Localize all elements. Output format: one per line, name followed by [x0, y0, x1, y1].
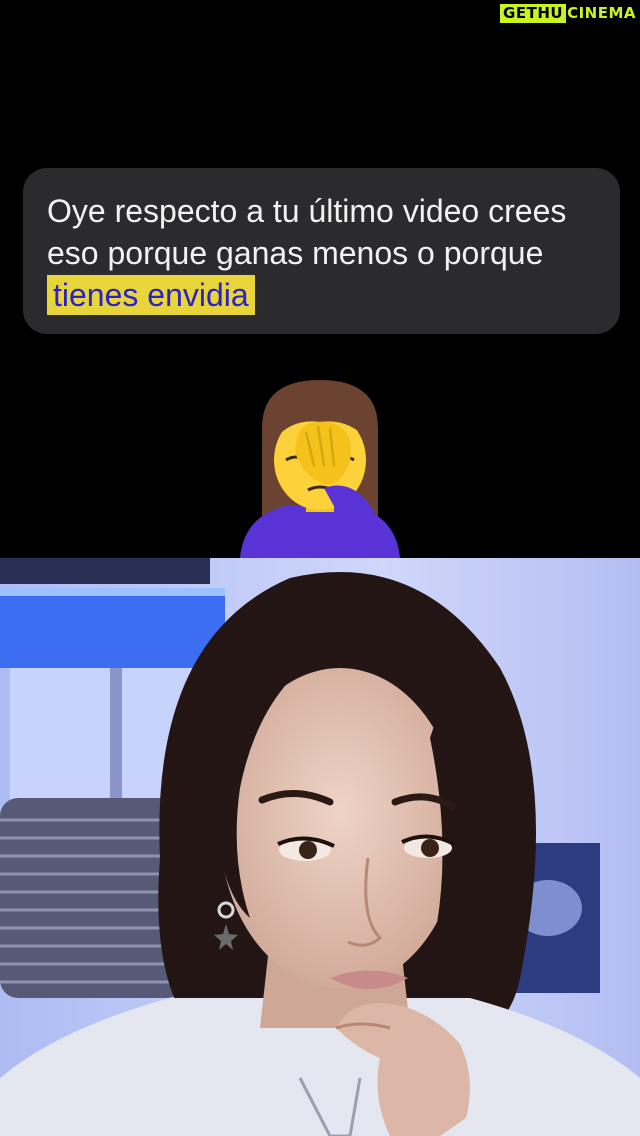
watermark-text: CINEMA [567, 4, 636, 22]
watermark-box-text: GETHU [500, 4, 567, 23]
woman-facepalming-emoji [240, 380, 400, 558]
watermark-logo: GETHU CINEMA [500, 4, 636, 23]
webcam-photo [0, 558, 640, 1136]
message-bubble: Oye respecto a tu último video crees eso… [23, 168, 620, 334]
message-text-highlight: tienes envidia [47, 275, 255, 315]
message-text: Oye respecto a tu último video crees eso… [47, 190, 596, 316]
video-frame: GETHU CINEMA Oye respecto a tu último vi… [0, 0, 640, 1136]
message-text-plain: Oye respecto a tu último video crees eso… [47, 193, 567, 271]
